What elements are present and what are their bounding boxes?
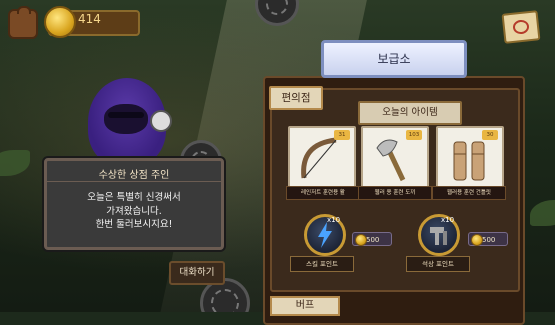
- skill-multiplier: x10: [327, 216, 341, 224]
- item-name: 웹러용 훈련 건틀릿: [432, 186, 506, 200]
- dialog-divider: [47, 181, 221, 182]
- leaf-decoration: [530, 200, 555, 226]
- statue-point-label: 석상 포인트: [406, 256, 470, 272]
- skill-point-label: 스킬 포인트: [290, 256, 354, 272]
- inventory-bag-icon[interactable]: [8, 6, 38, 39]
- leaf-decoration: [0, 150, 30, 176]
- map-scroll-icon[interactable]: [501, 10, 541, 44]
- item-level-badge: 31: [334, 130, 350, 140]
- item-name: 웹러 용 훈련 도끼: [358, 186, 432, 200]
- shopkeeper-eyes: [108, 112, 144, 118]
- item-level-badge: 30: [482, 130, 498, 140]
- item-level-badge: 103: [406, 130, 422, 140]
- section-tab-convenience[interactable]: 편의점: [269, 86, 323, 110]
- shop-title: 보급소: [321, 40, 467, 78]
- today-items-label: 오늘의 아이템: [358, 101, 462, 125]
- shopkeeper-face: [104, 104, 148, 134]
- dialog-line: 가져왔습니다.: [106, 205, 162, 217]
- shopkeeper-accessory-icon: [150, 110, 172, 132]
- item-name: 레인저트 훈련용 활: [286, 186, 360, 200]
- dialog-line: 오늘은 특별히 신경써서: [87, 192, 181, 203]
- coin-icon: [471, 234, 483, 246]
- dialog-line: 한번 둘러보시지요!: [95, 219, 173, 230]
- section-tab-buff[interactable]: 버프: [270, 296, 340, 316]
- skill-multiplier: x10: [441, 216, 455, 224]
- coin-icon: [355, 234, 367, 246]
- gold-coin-icon: [44, 6, 76, 38]
- dialog-body: 오늘은 특별히 신경써서 가져왔습니다. 한번 둘러보시지요!: [47, 191, 221, 232]
- talk-button[interactable]: 대화하기: [169, 261, 225, 285]
- gold-amount: 414: [78, 12, 101, 26]
- dialog-title: 수상한 상점 주인: [98, 170, 170, 181]
- dialog-box: 수상한 상점 주인 오늘은 특별히 신경써서 가져왔습니다. 한번 둘러보시지요…: [44, 158, 224, 250]
